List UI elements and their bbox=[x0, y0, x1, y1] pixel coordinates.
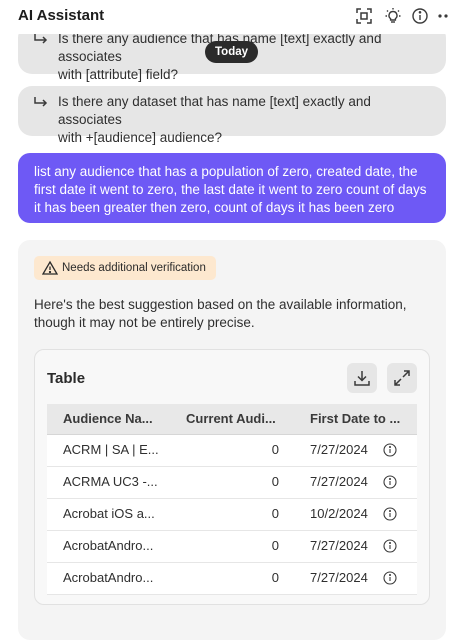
cell-audience-name: AcrobatAndro... bbox=[63, 538, 154, 553]
column-header-current-audience[interactable]: Current Audi... bbox=[186, 404, 281, 434]
table-card: Table Audience Na... Current Audi... Fir… bbox=[34, 349, 430, 605]
cell-audience-name: ACRM | SA | E... bbox=[63, 442, 159, 457]
info-icon[interactable] bbox=[383, 475, 397, 489]
info-icon[interactable] bbox=[383, 443, 397, 457]
table-row[interactable]: AcrobatAndro... 0 7/27/2024 bbox=[47, 563, 417, 595]
answer-text: Here's the best suggestion based on the … bbox=[34, 297, 407, 330]
suggestion-chip[interactable]: Is there any dataset that has name [text… bbox=[18, 86, 446, 145]
suggestion-line: with [attribute] field? bbox=[58, 67, 179, 82]
data-table: Audience Na... Current Audi... First Dat… bbox=[47, 404, 417, 595]
expand-icon bbox=[394, 370, 410, 386]
suggestion-line: Is there any dataset that has name [text… bbox=[58, 94, 371, 127]
table-row[interactable]: AcrobatAndro... 0 7/27/2024 bbox=[47, 531, 417, 563]
cell-audience-name: AcrobatAndro... bbox=[63, 570, 154, 585]
cell-first-date: 7/27/2024 bbox=[310, 442, 368, 457]
cell-current-audience: 0 bbox=[271, 442, 279, 457]
badge-label: Needs additional verification bbox=[62, 262, 206, 274]
table-title: Table bbox=[47, 370, 86, 387]
user-message: list any audience that has a population … bbox=[18, 153, 446, 223]
info-icon[interactable] bbox=[383, 507, 397, 521]
cell-first-date: 10/2/2024 bbox=[310, 506, 368, 521]
panel-title: AI Assistant bbox=[18, 7, 105, 24]
info-icon[interactable] bbox=[383, 571, 397, 585]
expand-button[interactable] bbox=[387, 363, 417, 393]
lightbulb-icon[interactable] bbox=[383, 6, 403, 26]
cell-first-date: 7/27/2024 bbox=[310, 474, 368, 489]
cell-audience-name: ACRMA UC3 -... bbox=[63, 474, 158, 489]
cell-first-date: 7/27/2024 bbox=[310, 538, 368, 553]
cell-current-audience: 0 bbox=[271, 506, 279, 521]
table-row[interactable]: ACRMA UC3 -... 0 7/27/2024 bbox=[47, 467, 417, 499]
cell-first-date: 7/27/2024 bbox=[310, 570, 368, 585]
info-icon[interactable] bbox=[383, 539, 397, 553]
verification-badge: Needs additional verification bbox=[34, 256, 216, 280]
cell-current-audience: 0 bbox=[271, 538, 279, 553]
more-icon[interactable] bbox=[434, 6, 452, 26]
table-header: Audience Na... Current Audi... First Dat… bbox=[47, 404, 417, 435]
date-separator: Today bbox=[205, 41, 259, 63]
download-button[interactable] bbox=[347, 363, 377, 393]
download-icon bbox=[354, 371, 370, 386]
reply-arrow-icon bbox=[32, 94, 50, 112]
assistant-answer: Needs additional verification Here's the… bbox=[18, 240, 446, 640]
info-icon[interactable] bbox=[410, 6, 430, 26]
cell-audience-name: Acrobat iOS a... bbox=[63, 506, 155, 521]
cell-current-audience: 0 bbox=[271, 570, 279, 585]
focus-frame-icon[interactable] bbox=[354, 6, 374, 26]
header: AI Assistant bbox=[0, 0, 452, 34]
cell-current-audience: 0 bbox=[271, 474, 279, 489]
column-header-audience-name[interactable]: Audience Na... bbox=[63, 404, 171, 434]
warning-icon bbox=[42, 260, 58, 275]
table-row[interactable]: Acrobat iOS a... 0 10/2/2024 bbox=[47, 499, 417, 531]
column-header-first-date[interactable]: First Date to ... bbox=[310, 404, 400, 434]
suggestion-line: with +[audience] audience? bbox=[58, 130, 222, 145]
table-row[interactable]: ACRM | SA | E... 0 7/27/2024 bbox=[47, 435, 417, 467]
